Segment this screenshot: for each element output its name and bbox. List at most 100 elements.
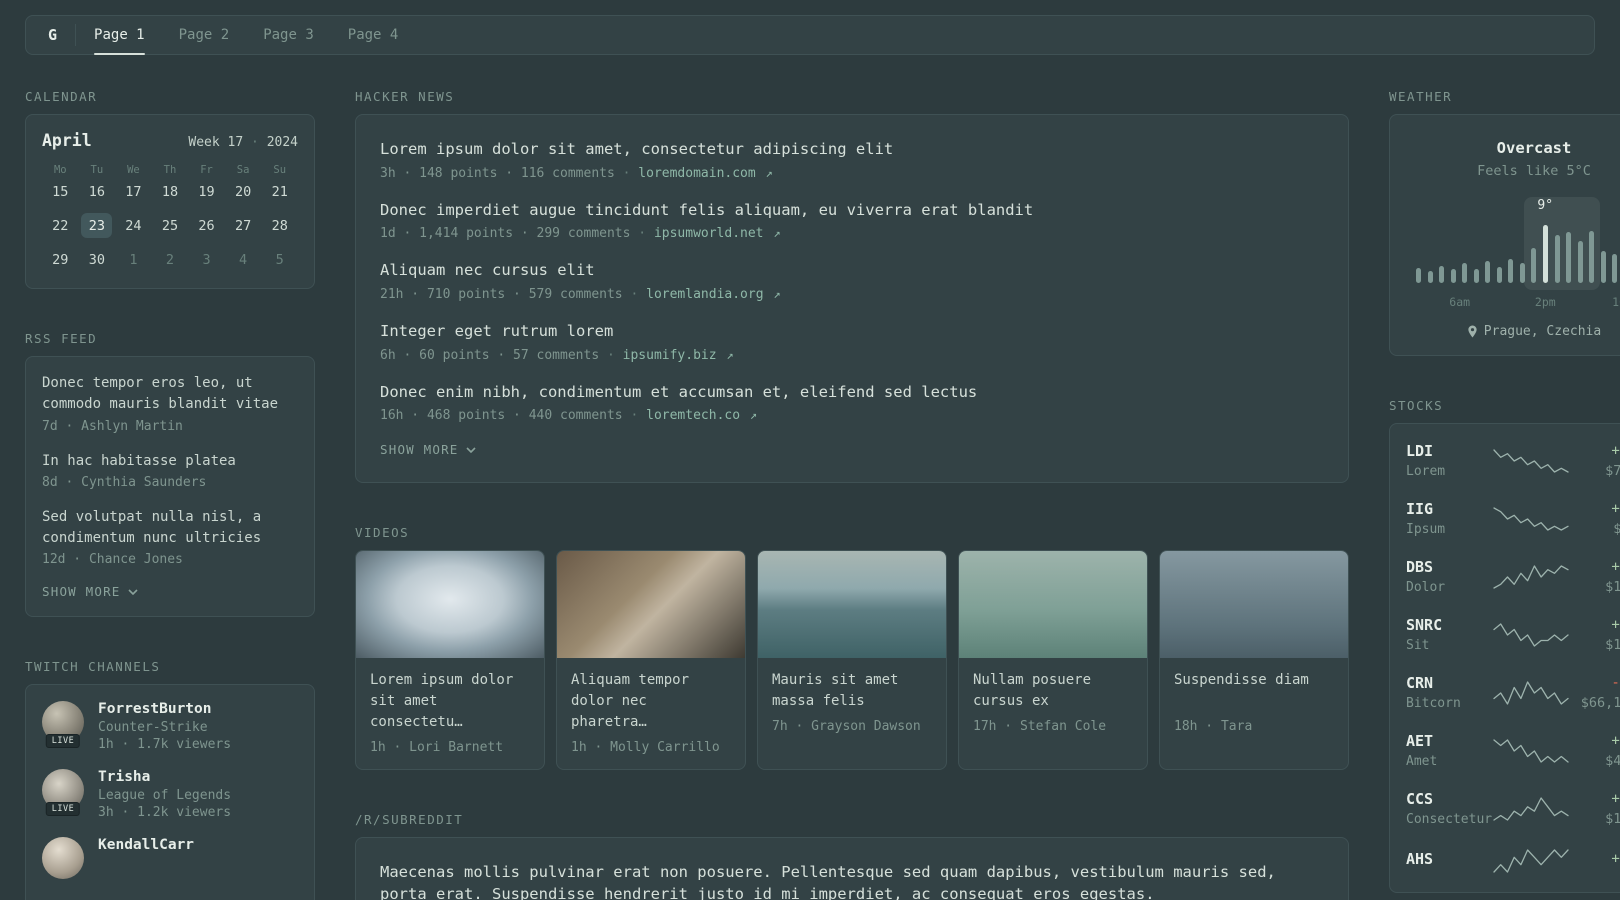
video-thumbnail[interactable] xyxy=(356,551,544,659)
video-card[interactable]: Aliquam tempor dolor nec pharetra… 1h · … xyxy=(556,550,746,771)
weather-bar xyxy=(1473,269,1479,283)
twitch-channel-row[interactable]: LIVE Trisha League of Legends 3h · 1.2k … xyxy=(42,769,298,820)
calendar-dow-row: Mo Tu We Th Fr Sa Su xyxy=(42,164,298,179)
stock-id: DBS Dolor xyxy=(1406,558,1492,595)
video-title[interactable]: Lorem ipsum dolor sit amet consectetu… xyxy=(370,670,530,733)
calendar-day: 16 xyxy=(88,183,105,200)
hn-meta-stats: 1d · 1,414 points · 299 comments xyxy=(380,226,631,242)
hn-item: Donec enim nibh, condimentum et accumsan… xyxy=(380,382,1324,424)
weather-chart: 9° xyxy=(1416,197,1620,290)
video-thumbnail[interactable] xyxy=(1160,551,1348,659)
hn-show-more-button[interactable]: SHOW MORE xyxy=(380,442,476,457)
rss-item-title[interactable]: Donec tempor eros leo, ut commodo mauris… xyxy=(42,373,298,416)
stock-price: $499.72 xyxy=(1605,752,1620,769)
stock-values: +0.46% xyxy=(1570,851,1620,871)
rss-show-more-button[interactable]: SHOW MORE xyxy=(42,584,138,599)
twitch-channel-name[interactable]: ForrestBurton xyxy=(98,701,231,717)
twitch-channel-row[interactable]: KendallCarr xyxy=(42,837,298,880)
hn-item-title[interactable]: Donec imperdiet augue tincidunt felis al… xyxy=(380,200,1324,222)
calendar-day-next-month: 2 xyxy=(165,251,175,268)
calendar-days-grid: 15 16 17 18 19 20 21 22 23 24 25 26 27 2… xyxy=(42,179,298,272)
dow-th: Th xyxy=(163,164,177,176)
external-link-icon: ↗ xyxy=(773,226,781,241)
dow-fr: Fr xyxy=(200,164,213,176)
video-card[interactable]: Suspendisse diam 18h · Tara xyxy=(1159,550,1349,771)
hn-item-meta: 3h · 148 points · 116 comments · loremdo… xyxy=(380,166,1324,181)
video-thumbnail[interactable] xyxy=(959,551,1147,659)
hackernews-card: Lorem ipsum dolor sit amet, consectetur … xyxy=(355,114,1349,484)
hn-item-title[interactable]: Integer eget rutrum lorem xyxy=(380,321,1324,343)
stock-row[interactable]: LDI Lorem +4.35% $795.18 xyxy=(1406,442,1620,479)
stock-change: +0.46% xyxy=(1611,851,1620,867)
video-meta: 1h · Molly Carrillo xyxy=(571,740,720,756)
rss-item-meta: 7d · Ashlyn Martin xyxy=(42,418,183,434)
twitch-channel-name[interactable]: Trisha xyxy=(98,769,231,785)
rss-item-meta: 8d · Cynthia Saunders xyxy=(42,474,207,490)
calendar-month: April xyxy=(42,131,92,150)
app-logo[interactable]: G xyxy=(42,16,75,54)
stock-row[interactable]: DBS Dolor +1.42% $156.28 xyxy=(1406,558,1620,595)
stock-change: +0.92% xyxy=(1611,732,1620,749)
hn-item-meta: 1d · 1,414 points · 299 comments · ipsum… xyxy=(380,226,1324,241)
hn-item: Integer eget rutrum lorem 6h · 60 points… xyxy=(380,321,1324,363)
calendar-day: 30 xyxy=(88,251,105,268)
video-card[interactable]: Nullam posuere cursus ex 17h · Stefan Co… xyxy=(958,550,1148,771)
tab-page-3[interactable]: Page 3 xyxy=(263,16,314,54)
tab-page-2[interactable]: Page 2 xyxy=(179,16,230,54)
video-title[interactable]: Suspendisse diam xyxy=(1174,670,1334,712)
hn-item-domain-link[interactable]: loremlandia.org xyxy=(646,287,763,302)
hn-item-title[interactable]: Donec enim nibh, condimentum et accumsan… xyxy=(380,382,1324,404)
twitch-channel-info: ForrestBurton Counter-Strike 1h · 1.7k v… xyxy=(98,701,231,752)
video-meta: 17h · Stefan Cole xyxy=(973,719,1107,735)
stock-row[interactable]: IIG Ipsum +2.84% $42.04 xyxy=(1406,500,1620,537)
hn-item-domain-link[interactable]: ipsumworld.net xyxy=(654,226,764,241)
weather-bar xyxy=(1600,250,1606,283)
stock-row[interactable]: AHS +0.46% xyxy=(1406,848,1620,874)
stock-row[interactable]: CRN Bitcorn -1.00% $66,171.48 xyxy=(1406,674,1620,711)
video-title[interactable]: Mauris sit amet massa felis xyxy=(772,670,932,712)
weather-bar xyxy=(1577,241,1583,283)
video-title[interactable]: Aliquam tempor dolor nec pharetra… xyxy=(571,670,731,733)
stock-row[interactable]: AET Amet +0.92% $499.72 xyxy=(1406,732,1620,769)
stock-sparkline xyxy=(1493,680,1569,705)
hn-item: Donec imperdiet augue tincidunt felis al… xyxy=(380,200,1324,242)
tab-page-4[interactable]: Page 4 xyxy=(348,16,399,54)
hn-item-domain-link[interactable]: ipsumify.biz xyxy=(623,348,717,363)
video-card[interactable]: Mauris sit amet massa felis 7h · Grayson… xyxy=(757,550,947,771)
rss-item-title[interactable]: Sed volutpat nulla nisl, a condimentum n… xyxy=(42,507,298,550)
video-body: Aliquam tempor dolor nec pharetra… 1h · … xyxy=(557,658,745,769)
calendar-header: CALENDAR xyxy=(25,89,98,104)
dow-sa: Sa xyxy=(236,164,250,176)
twitch-widget: TWITCH CHANNELS LIVE ForrestBurton Count… xyxy=(25,659,315,900)
stock-name: Ipsum xyxy=(1406,522,1446,537)
rss-item-title[interactable]: In hac habitasse platea xyxy=(42,451,298,472)
stock-row[interactable]: SNRC Sit +1.36% $148.64 xyxy=(1406,616,1620,653)
hn-item-domain-link[interactable]: loremtech.co xyxy=(646,408,740,423)
weather-bar xyxy=(1450,269,1456,283)
tab-page-1[interactable]: Page 1 xyxy=(94,16,145,55)
reddit-post-title[interactable]: Maecenas mollis pulvinar erat non posuer… xyxy=(380,862,1324,900)
video-thumbnail[interactable] xyxy=(557,551,745,659)
hn-item-title[interactable]: Lorem ipsum dolor sit amet, consectetur … xyxy=(380,139,1324,161)
twitch-channel-name[interactable]: KendallCarr xyxy=(98,837,194,853)
hn-meta-stats: 3h · 148 points · 116 comments xyxy=(380,165,615,181)
video-thumbnail[interactable] xyxy=(758,551,946,659)
dow-su: Su xyxy=(273,164,287,176)
dow-mo: Mo xyxy=(53,164,67,176)
stock-id: SNRC Sit xyxy=(1406,616,1492,653)
nav-divider xyxy=(75,24,77,46)
video-card[interactable]: Lorem ipsum dolor sit amet consectetu… 1… xyxy=(355,550,545,771)
calendar-day: 18 xyxy=(161,183,179,200)
dow-we: We xyxy=(127,164,140,176)
twitch-channel-row[interactable]: LIVE ForrestBurton Counter-Strike 1h · 1… xyxy=(42,701,298,752)
stock-row[interactable]: CCS Consectetur +0.51% $165.84 xyxy=(1406,790,1620,827)
rss-widget: RSS FEED Donec tempor eros leo, ut commo… xyxy=(25,331,315,618)
stock-name: Bitcorn xyxy=(1406,696,1461,711)
stock-change: +4.35% xyxy=(1611,442,1620,459)
hn-item-domain-link[interactable]: loremdomain.com xyxy=(638,166,755,181)
video-body: Mauris sit amet massa felis 7h · Grayson… xyxy=(758,658,946,748)
video-title[interactable]: Nullam posuere cursus ex xyxy=(973,670,1133,712)
rss-item: Sed volutpat nulla nisl, a condimentum n… xyxy=(42,507,298,568)
subreddit-card: Maecenas mollis pulvinar erat non posuer… xyxy=(355,837,1349,900)
hn-item-title[interactable]: Aliquam nec cursus elit xyxy=(380,260,1324,282)
